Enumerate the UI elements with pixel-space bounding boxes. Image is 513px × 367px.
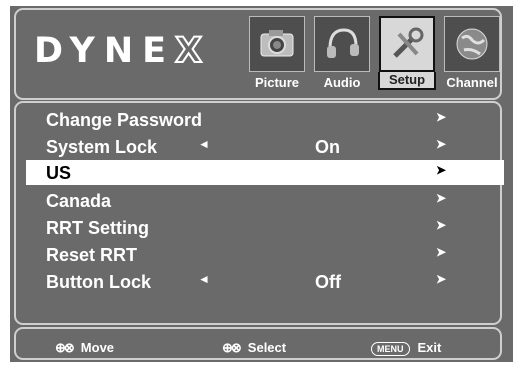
menu-item-label: Reset RRT bbox=[46, 245, 138, 265]
arrow-left-icon[interactable]: ◄ bbox=[198, 137, 210, 151]
logo-text: DYNE bbox=[34, 31, 176, 71]
menu-item-label: Canada bbox=[46, 191, 112, 211]
menu-item-label: Button Lock bbox=[46, 272, 151, 292]
arrow-right-icon: ➤ bbox=[436, 110, 447, 124]
logo-text-x: X bbox=[174, 31, 212, 71]
tab-setup[interactable]: Setup bbox=[378, 16, 436, 90]
up-down-icon: ⊕⊗ bbox=[55, 340, 75, 355]
menu-item-canada[interactable]: Canada ➤ bbox=[26, 188, 504, 213]
tab-channel[interactable]: Channel bbox=[443, 16, 501, 90]
move-hint: ⊕⊗ Move bbox=[55, 340, 114, 356]
tab-setup-label: Setup bbox=[378, 72, 436, 90]
headphones-icon bbox=[314, 16, 370, 72]
menu-item-label: Change Password bbox=[46, 110, 203, 130]
menu-item-label: US bbox=[46, 163, 72, 183]
menu-item-change-password[interactable]: Change Password ➤ bbox=[26, 107, 504, 132]
menu-item-value: On bbox=[315, 137, 340, 157]
exit-label: Exit bbox=[417, 340, 442, 355]
select-label: Select bbox=[247, 340, 287, 355]
move-label: Move bbox=[80, 340, 115, 355]
exit-hint: MENU Exit bbox=[371, 340, 441, 356]
tab-audio-label: Audio bbox=[323, 75, 361, 90]
menu-item-value: Off bbox=[315, 272, 341, 292]
arrow-right-icon: ➤ bbox=[436, 163, 447, 177]
arrow-right-icon: ➤ bbox=[436, 245, 447, 259]
menu-item-rrt-setting[interactable]: RRT Setting ➤ bbox=[26, 215, 504, 240]
menu-key-icon: MENU bbox=[371, 341, 410, 356]
menu-item-label: System Lock bbox=[46, 137, 158, 157]
tools-icon bbox=[379, 16, 435, 72]
tab-picture[interactable]: Picture bbox=[248, 16, 306, 90]
arrow-right-icon: ➤ bbox=[436, 191, 447, 205]
tab-channel-label: Channel bbox=[446, 75, 498, 90]
menu-item-label: RRT Setting bbox=[46, 218, 149, 238]
arrow-right-icon[interactable]: ➤ bbox=[436, 137, 446, 151]
menu-item-reset-rrt[interactable]: Reset RRT ➤ bbox=[26, 242, 504, 267]
dynex-logo: DYNEX bbox=[34, 31, 212, 71]
globe-icon bbox=[444, 16, 500, 72]
tab-picture-label: Picture bbox=[254, 75, 300, 90]
left-right-icon: ⊕⊗ bbox=[222, 340, 242, 355]
select-hint: ⊕⊗ Select bbox=[222, 340, 286, 356]
arrow-right-icon[interactable]: ➤ bbox=[436, 272, 446, 286]
arrow-right-icon: ➤ bbox=[436, 218, 447, 232]
camera-icon bbox=[249, 16, 305, 72]
menu-item-us[interactable]: US ➤ bbox=[26, 160, 504, 185]
arrow-left-icon[interactable]: ◄ bbox=[198, 272, 210, 286]
menu-item-system-lock[interactable]: System Lock ◄ On ➤ bbox=[26, 134, 504, 159]
menu-item-button-lock[interactable]: Button Lock ◄ Off ➤ bbox=[26, 269, 504, 294]
tab-audio[interactable]: Audio bbox=[313, 16, 371, 90]
